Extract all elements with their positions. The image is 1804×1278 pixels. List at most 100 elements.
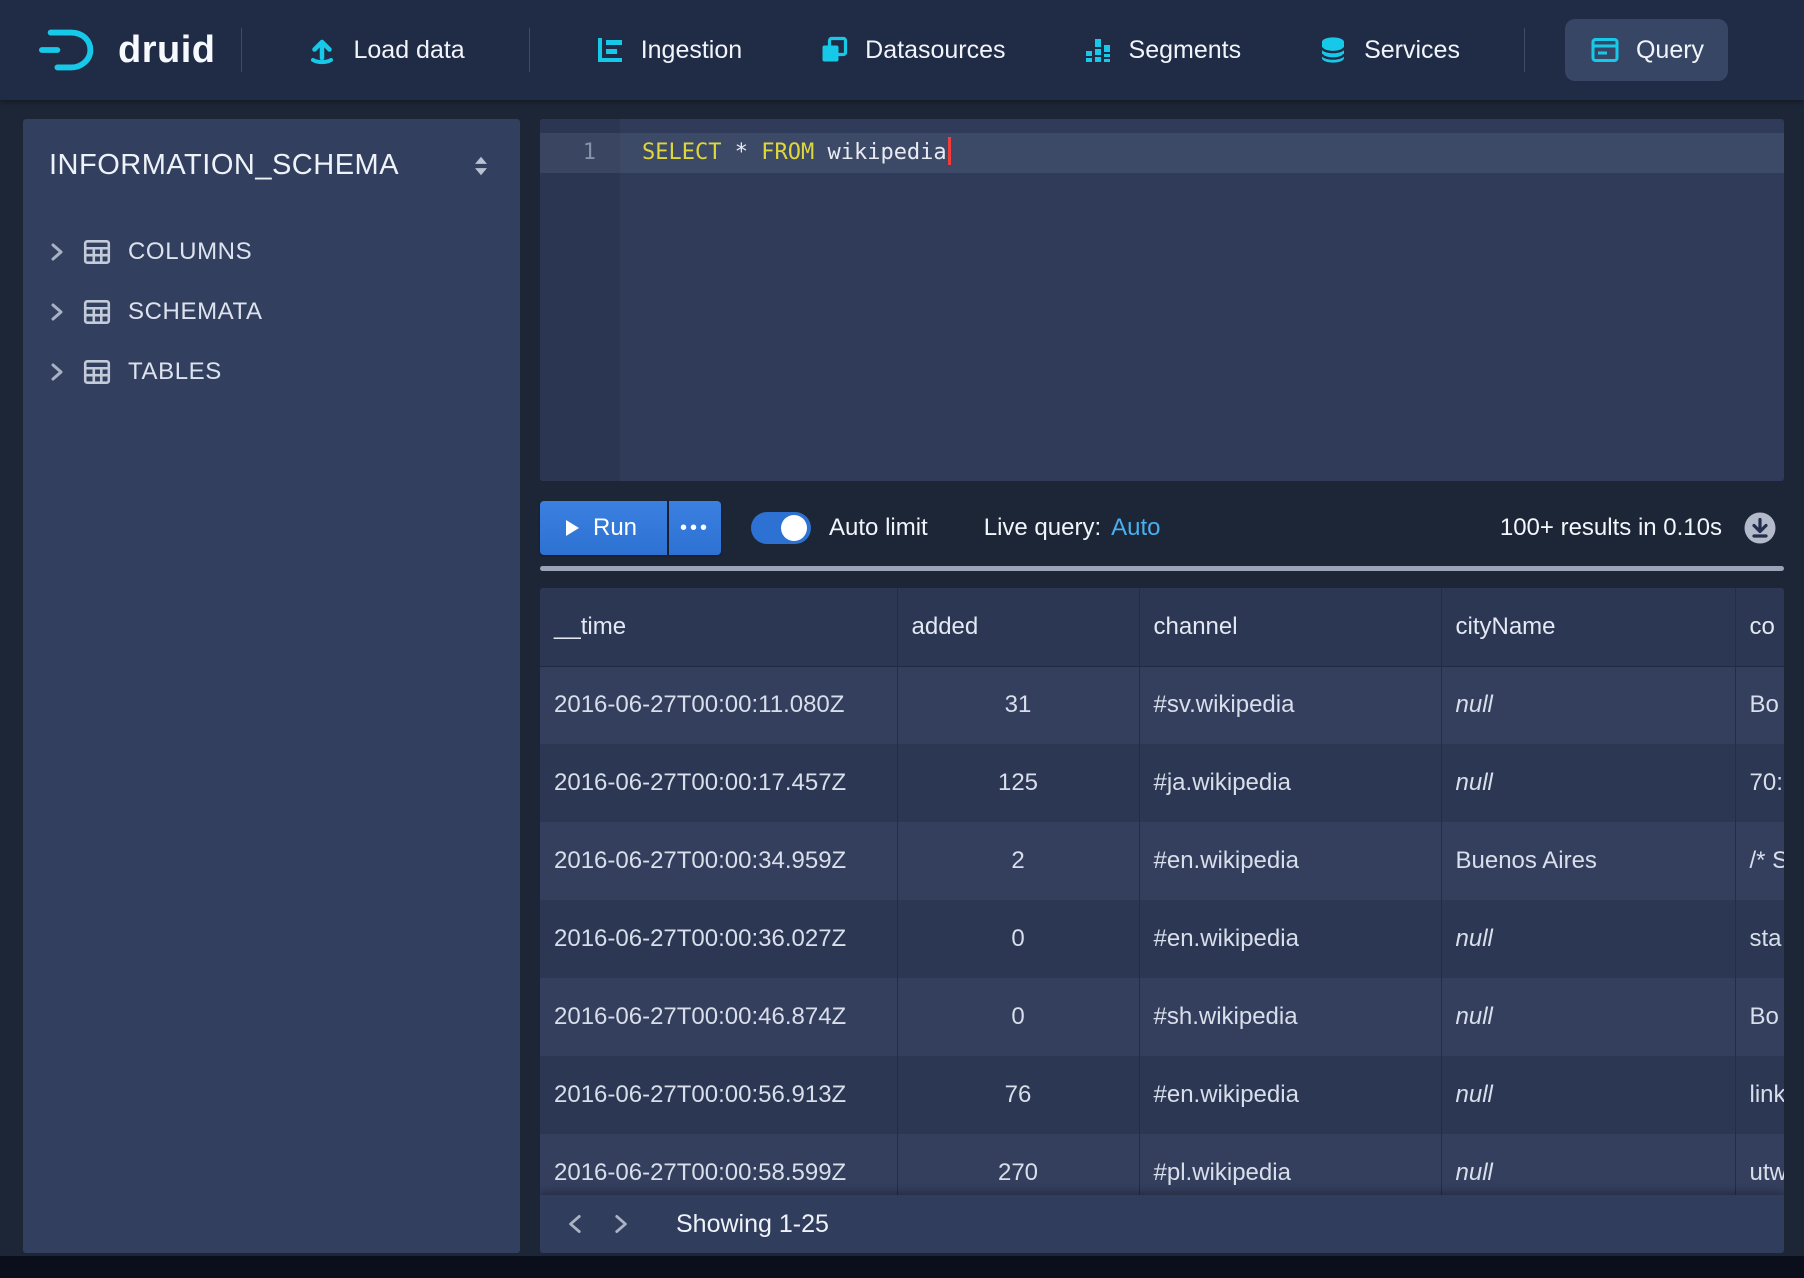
cell-__time[interactable]: 2016-06-27T00:00:11.080Z (540, 666, 897, 744)
column-header-comment[interactable]: co (1735, 588, 1784, 666)
cell-cityName[interactable]: null (1441, 900, 1735, 978)
cell-cityName[interactable]: null (1441, 1134, 1735, 1195)
showing-range-label: Showing 1-25 (676, 1210, 829, 1239)
run-bar: Run ••• Auto limit Live query: Auto 100+… (540, 498, 1784, 558)
editor-gutter (540, 119, 620, 481)
results-info: 100+ results in 0.10s (1500, 514, 1722, 542)
cell-co[interactable]: sta (1735, 900, 1784, 978)
results-meta: 100+ results in 0.10s (1500, 510, 1784, 546)
tree-item-label: TABLES (128, 358, 222, 386)
chevron-right-icon[interactable] (44, 240, 68, 264)
cell-co[interactable]: Bo (1735, 978, 1784, 1056)
run-button[interactable]: Run (540, 501, 667, 555)
druid-home-link[interactable]: druid (38, 27, 215, 73)
druid-logo-icon (38, 27, 102, 73)
result-row: 2016-06-27T00:00:58.599Z270#pl.wikipedia… (540, 1134, 1784, 1195)
live-query-label: Live query: (984, 514, 1101, 542)
next-page-button[interactable] (598, 1202, 642, 1246)
prev-page-button[interactable] (554, 1202, 598, 1246)
nav-item-segments[interactable]: Segments (1058, 19, 1266, 81)
chevron-right-icon[interactable] (44, 360, 68, 384)
sql-text: wikipedia (814, 140, 946, 165)
nav-item-ingestion[interactable]: Ingestion (570, 19, 766, 81)
cell-added[interactable]: 76 (897, 1056, 1139, 1134)
nav-label: Ingestion (641, 36, 742, 65)
cell-channel[interactable]: #sh.wikipedia (1139, 978, 1441, 1056)
toggle-knob (781, 515, 807, 541)
cell-co[interactable]: 70: (1735, 744, 1784, 822)
cell-cityName[interactable]: null (1441, 1056, 1735, 1134)
nav-item-load-data[interactable]: Load data (282, 19, 488, 81)
chevron-right-icon[interactable] (44, 300, 68, 324)
upload-icon (306, 34, 338, 66)
cell-__time[interactable]: 2016-06-27T00:00:46.874Z (540, 978, 897, 1056)
cell-__time[interactable]: 2016-06-27T00:00:34.959Z (540, 822, 897, 900)
cell-added[interactable]: 0 (897, 978, 1139, 1056)
cell-co[interactable]: link (1735, 1056, 1784, 1134)
schema-tree: COLUMNS SCHEMATA (23, 222, 520, 402)
result-row: 2016-06-27T00:00:17.457Z125#ja.wikipedia… (540, 744, 1784, 822)
query-workbench: 1 SELECT * FROM wikipedia Run ••• Auto l… (540, 119, 1784, 1253)
play-icon (564, 519, 580, 537)
tree-item-columns[interactable]: COLUMNS (23, 222, 520, 282)
cell-added[interactable]: 31 (897, 666, 1139, 744)
cell-channel[interactable]: #pl.wikipedia (1139, 1134, 1441, 1195)
nav-item-datasources[interactable]: Datasources (794, 19, 1029, 81)
services-icon (1317, 34, 1349, 66)
cell-cityName[interactable]: null (1441, 978, 1735, 1056)
cell-__time[interactable]: 2016-06-27T00:00:56.913Z (540, 1056, 897, 1134)
cell-added[interactable]: 0 (897, 900, 1139, 978)
cell-__time[interactable]: 2016-06-27T00:00:36.027Z (540, 900, 897, 978)
cell-co[interactable]: Bo (1735, 666, 1784, 744)
double-caret-vertical-icon (468, 153, 494, 179)
cell-channel[interactable]: #en.wikipedia (1139, 822, 1441, 900)
sql-code-line[interactable]: SELECT * FROM wikipedia (642, 133, 951, 173)
download-circle-icon[interactable] (1742, 510, 1778, 546)
chevron-left-icon (563, 1211, 589, 1237)
cell-added[interactable]: 125 (897, 744, 1139, 822)
panel-resize-divider[interactable] (540, 566, 1784, 571)
schema-sidebar: INFORMATION_SCHEMA COLUMNS (23, 119, 520, 1253)
cell-channel[interactable]: #en.wikipedia (1139, 900, 1441, 978)
cell-channel[interactable]: #en.wikipedia (1139, 1056, 1441, 1134)
tree-item-tables[interactable]: TABLES (23, 342, 520, 402)
cell-cityName[interactable]: Buenos Aires (1441, 822, 1735, 900)
segments-icon (1082, 34, 1114, 66)
cell-co[interactable]: /* S (1735, 822, 1784, 900)
cell-__time[interactable]: 2016-06-27T00:00:58.599Z (540, 1134, 897, 1195)
nav-item-services[interactable]: Services (1293, 19, 1484, 81)
cell-added[interactable]: 270 (897, 1134, 1139, 1195)
line-number: 1 (540, 133, 620, 173)
tree-item-schemata[interactable]: SCHEMATA (23, 282, 520, 342)
schema-selector-value: INFORMATION_SCHEMA (49, 149, 399, 182)
column-header-channel[interactable]: channel (1139, 588, 1441, 666)
live-query-value[interactable]: Auto (1111, 514, 1160, 542)
result-row: 2016-06-27T00:00:11.080Z31#sv.wikipedian… (540, 666, 1784, 744)
results-panel: __time added channel cityName co 2016-06… (540, 588, 1784, 1253)
column-header-cityName[interactable]: cityName (1441, 588, 1735, 666)
cell-added[interactable]: 2 (897, 822, 1139, 900)
cell-co[interactable]: utw (1735, 1134, 1784, 1195)
results-tbody: 2016-06-27T00:00:11.080Z31#sv.wikipedian… (540, 666, 1784, 1195)
cell-channel[interactable]: #ja.wikipedia (1139, 744, 1441, 822)
table-icon (82, 297, 112, 327)
main-nav: Load data Ingestion (268, 19, 1742, 81)
auto-limit-toggle[interactable] (751, 512, 811, 544)
nav-label: Load data (353, 36, 464, 65)
top-nav-bar: druid Load data (0, 0, 1804, 100)
nav-separator (529, 28, 530, 72)
column-header-__time[interactable]: __time (540, 588, 897, 666)
table-icon (82, 357, 112, 387)
cell-channel[interactable]: #sv.wikipedia (1139, 666, 1441, 744)
schema-selector[interactable]: INFORMATION_SCHEMA (23, 119, 520, 182)
cell-cityName[interactable]: null (1441, 744, 1735, 822)
results-scroll-area[interactable]: __time added channel cityName co 2016-06… (540, 588, 1784, 1195)
run-more-button[interactable]: ••• (669, 501, 721, 555)
nav-item-query[interactable]: Query (1565, 19, 1728, 81)
cell-__time[interactable]: 2016-06-27T00:00:17.457Z (540, 744, 897, 822)
sql-editor[interactable]: 1 SELECT * FROM wikipedia (540, 119, 1784, 481)
tree-item-label: SCHEMATA (128, 298, 263, 326)
column-header-added[interactable]: added (897, 588, 1139, 666)
cell-cityName[interactable]: null (1441, 666, 1735, 744)
result-row: 2016-06-27T00:00:34.959Z2#en.wikipediaBu… (540, 822, 1784, 900)
